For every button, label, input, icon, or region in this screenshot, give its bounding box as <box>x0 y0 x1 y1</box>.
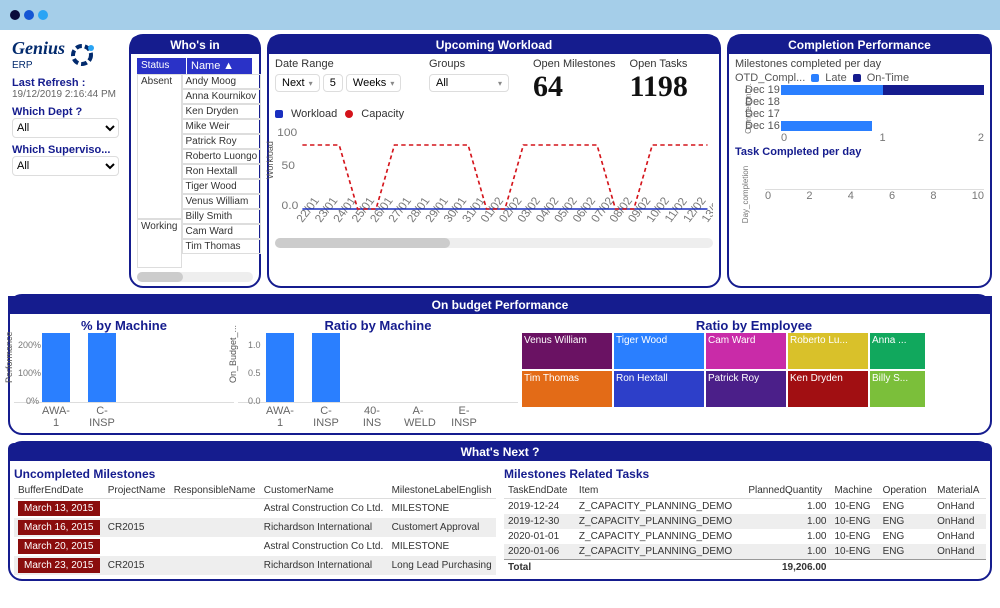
logo-text: Genius <box>12 38 65 58</box>
whos-in-name[interactable]: Patrick Roy <box>182 134 262 149</box>
traffic-dot <box>38 10 48 20</box>
related-tasks-title: Milestones Related Tasks <box>504 467 986 481</box>
uncompleted-milestones-table[interactable]: BufferEndDateProjectNameResponsibleNameC… <box>14 483 496 575</box>
sort-asc-icon: ▲ <box>223 60 234 72</box>
chevron-down-icon: ▾ <box>498 79 502 88</box>
treemap-cell[interactable]: Tiger Wood <box>614 333 704 369</box>
whos-in-name[interactable]: Cam Ward <box>182 224 262 239</box>
svg-text:50: 50 <box>282 160 295 171</box>
last-refresh-value: 19/12/2019 2:16:44 PM <box>12 89 119 100</box>
workload-scrollbar[interactable] <box>275 238 713 248</box>
pct-by-machine-title: % by Machine <box>14 318 234 333</box>
treemap-cell[interactable]: Tim Thomas <box>522 371 612 407</box>
workload-ylabel: Workload <box>265 141 275 179</box>
dept-select[interactable]: All <box>12 118 119 138</box>
traffic-dot <box>24 10 34 20</box>
treemap-cell[interactable]: Billy S... <box>870 371 925 407</box>
whos-in-name[interactable]: Billy Smith <box>182 209 262 224</box>
whos-in-name[interactable]: Venus William <box>182 194 262 209</box>
last-refresh-label: Last Refresh : <box>12 77 119 89</box>
whatsnext-panel: What's Next ? Uncompleted Milestones Buf… <box>8 441 992 581</box>
whos-in-name[interactable]: Tim Thomas <box>182 239 262 254</box>
treemap-cell[interactable]: Venus William <box>522 333 612 369</box>
col-status[interactable]: Status <box>137 58 187 74</box>
workload-panel: Upcoming Workload Date Range Next▾ 5 Wee… <box>267 34 721 288</box>
whos-in-scrollbar[interactable] <box>137 272 253 282</box>
table-row[interactable]: 2019-12-24Z_CAPACITY_PLANNING_DEMO1.0010… <box>504 499 986 515</box>
uncompleted-milestones-title: Uncompleted Milestones <box>14 467 496 481</box>
whatsnext-title: What's Next ? <box>8 443 992 461</box>
task-per-day-label: Task Completed per day <box>735 146 984 158</box>
treemap-cell[interactable]: Anna ... <box>870 333 925 369</box>
groups-select[interactable]: All▾ <box>429 74 509 92</box>
whos-in-title: Who's in <box>131 36 259 54</box>
legend-dot-capacity <box>345 110 353 118</box>
table-row[interactable]: March 13, 2015Astral Construction Co Ltd… <box>14 499 496 519</box>
table-row[interactable]: March 20, 2015Astral Construction Co Ltd… <box>14 537 496 556</box>
ratio-by-machine-title: Ratio by Machine <box>238 318 518 333</box>
whos-in-name[interactable]: Ken Dryden <box>182 104 262 119</box>
ratio-by-employee-chart[interactable]: Venus WilliamTiger WoodCam WardRoberto L… <box>522 333 986 407</box>
svg-text:100: 100 <box>277 127 297 138</box>
whos-in-name[interactable]: Anna Kournikov <box>182 89 262 104</box>
ratio-by-employee-title: Ratio by Employee <box>522 318 986 333</box>
whos-in-panel: Who's in Status Name ▲ Absent Working An… <box>129 34 261 288</box>
table-row[interactable]: March 16, 2015CR2015Richardson Internati… <box>14 518 496 537</box>
open-tasks-label: Open Tasks <box>630 58 688 70</box>
traffic-dot <box>10 10 20 20</box>
whos-in-name[interactable]: Tiger Wood <box>182 179 262 194</box>
unit-button[interactable]: Weeks▾ <box>346 74 401 92</box>
workload-chart[interactable]: Workload 100500.022/0123/0124/0125/0126/… <box>275 124 713 234</box>
completion-title: Completion Performance <box>729 36 990 54</box>
col-name[interactable]: Name ▲ <box>187 58 253 74</box>
treemap-cell[interactable]: Ken Dryden <box>788 371 868 407</box>
table-row[interactable]: 2019-12-30Z_CAPACITY_PLANNING_DEMO1.0010… <box>504 514 986 529</box>
supervisor-select[interactable]: All <box>12 156 119 176</box>
sidebar: Genius ERP Last Refresh : 19/12/2019 2:1… <box>8 34 123 288</box>
count-button[interactable]: 5 <box>323 74 343 92</box>
table-row[interactable]: 2020-01-06Z_CAPACITY_PLANNING_DEMO1.0010… <box>504 544 986 560</box>
milestones-per-day-chart[interactable]: CompletionD.. Dec 19Dec 18Dec 17Dec 16 0… <box>735 84 984 144</box>
pct-by-machine-chart[interactable] <box>14 333 234 403</box>
whos-in-header[interactable]: Status Name ▲ <box>137 58 253 74</box>
window-titlebar <box>0 0 1000 30</box>
completion-legend: OTD_Compl... Late On-Time <box>735 72 984 84</box>
status-working: Working <box>137 219 182 268</box>
onbudget-panel: On budget Performance % by Machine Perfo… <box>8 294 992 435</box>
table-row[interactable]: 2020-01-01Z_CAPACITY_PLANNING_DEMO1.0010… <box>504 529 986 544</box>
whos-in-name[interactable]: Ron Hextall <box>182 164 262 179</box>
logo-subtext: ERP <box>12 60 33 71</box>
table-row[interactable]: March 23, 2015CR2015Richardson Internati… <box>14 556 496 575</box>
supervisor-filter-label: Which Superviso... <box>12 144 119 156</box>
legend-dot-workload <box>275 110 283 118</box>
dept-filter-label: Which Dept ? <box>12 106 119 118</box>
status-absent: Absent <box>137 74 182 219</box>
treemap-cell[interactable]: Patrick Roy <box>706 371 786 407</box>
open-milestones-label: Open Milestones <box>533 58 616 70</box>
treemap-cell[interactable]: Cam Ward <box>706 333 786 369</box>
treemap-cell[interactable]: Ron Hextall <box>614 371 704 407</box>
workload-title: Upcoming Workload <box>269 36 719 54</box>
date-range-label: Date Range <box>275 58 415 70</box>
whos-in-name[interactable]: Roberto Luongo <box>182 149 262 164</box>
chevron-down-icon: ▾ <box>390 79 394 88</box>
task-per-day-chart[interactable]: Day_completion 0246810 <box>735 160 984 210</box>
related-tasks-table[interactable]: TaskEndDateItemPlannedQuantityMachineOpe… <box>504 483 986 575</box>
workload-legend: Workload Capacity <box>275 108 713 120</box>
svg-text:0.0: 0.0 <box>282 200 299 211</box>
chevron-down-icon: ▾ <box>309 79 313 88</box>
groups-label: Groups <box>429 58 519 70</box>
open-milestones-value: 64 <box>533 70 616 104</box>
whos-in-name[interactable]: Mike Weir <box>182 119 262 134</box>
ratio-by-machine-chart[interactable] <box>238 333 518 403</box>
open-tasks-value: 1198 <box>630 70 688 104</box>
completed-per-day-label: Milestones completed per day <box>735 58 984 70</box>
treemap-cell[interactable]: Roberto Lu... <box>788 333 868 369</box>
completion-panel: Completion Performance Milestones comple… <box>727 34 992 288</box>
logo-icon <box>69 42 95 68</box>
onbudget-title: On budget Performance <box>8 296 992 314</box>
whos-in-name[interactable]: Andy Moog <box>182 74 262 89</box>
next-button[interactable]: Next▾ <box>275 74 320 92</box>
